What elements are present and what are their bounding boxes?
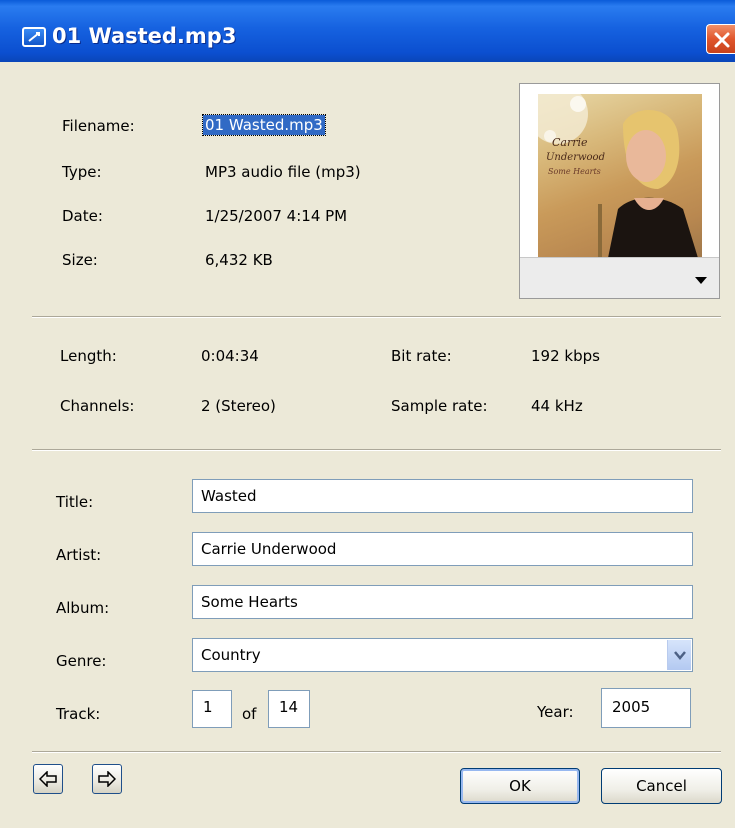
album-art-line-3: Some Hearts: [548, 167, 601, 176]
close-icon: [714, 32, 730, 48]
length-value: 0:04:34: [201, 347, 259, 365]
bitrate-label: Bit rate:: [391, 347, 452, 365]
size-value: 6,432 KB: [205, 251, 273, 269]
album-input[interactable]: Some Hearts: [192, 585, 693, 619]
album-art-image: Carrie Underwood Some Hearts: [538, 94, 702, 258]
properties-dialog: 01 Wasted.mp3 Filename: 01 Wasted.mp3 Ty…: [0, 0, 735, 828]
type-value: MP3 audio file (mp3): [205, 163, 361, 181]
samplerate-label: Sample rate:: [391, 397, 488, 415]
genre-value: Country: [201, 646, 261, 664]
title-bar[interactable]: 01 Wasted.mp3: [0, 0, 735, 62]
genre-label: Genre:: [56, 652, 107, 670]
title-input[interactable]: Wasted: [192, 479, 693, 513]
arrow-right-icon: [98, 771, 116, 787]
date-label: Date:: [62, 207, 103, 225]
track-total-input[interactable]: 14: [268, 690, 310, 728]
filename-label: Filename:: [62, 117, 135, 135]
album-art-line-1: Carrie: [552, 136, 588, 149]
window-title: 01 Wasted.mp3: [52, 24, 237, 48]
close-button[interactable]: [706, 24, 735, 54]
channels-label: Channels:: [60, 397, 135, 415]
divider-top: [32, 316, 721, 318]
genre-dropdown-button[interactable]: [667, 640, 691, 670]
ok-button[interactable]: OK: [460, 768, 580, 804]
divider-bottom: [32, 751, 721, 753]
arrow-left-icon: [39, 771, 57, 787]
artist-label: Artist:: [56, 546, 102, 564]
genre-select[interactable]: Country: [192, 638, 693, 672]
album-art-footer: [520, 257, 719, 298]
artist-input[interactable]: Carrie Underwood: [192, 532, 693, 566]
samplerate-value: 44 kHz: [531, 397, 583, 415]
media-player-icon: [22, 27, 46, 47]
size-label: Size:: [62, 251, 98, 269]
cancel-button[interactable]: Cancel: [601, 768, 722, 804]
type-label: Type:: [62, 163, 102, 181]
title-label: Title:: [56, 493, 94, 511]
length-label: Length:: [60, 347, 117, 365]
divider-middle: [32, 449, 721, 451]
triangle-down-icon[interactable]: [695, 277, 707, 285]
bitrate-value: 192 kbps: [531, 347, 600, 365]
filename-value[interactable]: 01 Wasted.mp3: [202, 114, 326, 136]
channels-value: 2 (Stereo): [201, 397, 276, 415]
of-label: of: [242, 705, 257, 723]
previous-file-button[interactable]: [33, 764, 63, 794]
album-art-frame[interactable]: Carrie Underwood Some Hearts: [519, 83, 720, 299]
album-label: Album:: [56, 599, 110, 617]
track-input[interactable]: 1: [192, 690, 232, 728]
track-label: Track:: [56, 705, 101, 723]
date-value: 1/25/2007 4:14 PM: [205, 207, 348, 225]
year-label: Year:: [537, 703, 574, 721]
year-input[interactable]: 2005: [601, 688, 691, 728]
album-art-line-2: Underwood: [546, 152, 605, 163]
next-file-button[interactable]: [92, 764, 122, 794]
chevron-down-icon: [674, 651, 686, 660]
